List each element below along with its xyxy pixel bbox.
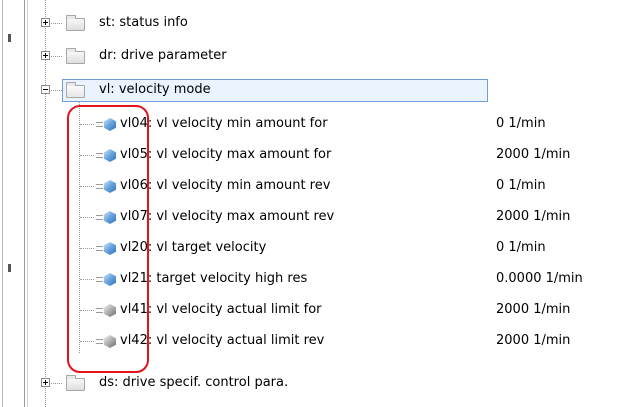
param-label: vl06: vl velocity min amount rev — [120, 178, 331, 193]
folder-open-icon — [66, 82, 85, 98]
param-label: vl42: vl velocity actual limit rev — [120, 333, 325, 348]
param-label: vl05: vl velocity max amount for — [120, 147, 332, 162]
expand-toggle[interactable] — [41, 51, 50, 60]
expand-toggle[interactable] — [41, 378, 50, 387]
tree-group-label: ds: drive specif. control para. — [99, 375, 289, 390]
folder-icon — [66, 15, 85, 31]
tree-group-st[interactable]: st: status info — [0, 12, 625, 34]
tree-group-label: st: status info — [99, 15, 188, 30]
tree-group-label: vl: velocity mode — [99, 82, 211, 97]
param-value: 0 1/min — [496, 116, 546, 131]
param-label: vl07: vl velocity max amount rev — [120, 209, 335, 224]
folder-icon — [66, 48, 85, 64]
expand-toggle[interactable] — [41, 18, 50, 27]
param-value: 2000 1/min — [496, 147, 571, 162]
param-value: 2000 1/min — [496, 333, 571, 348]
param-label: vl04: vl velocity min amount for — [120, 116, 328, 131]
folder-icon — [66, 375, 85, 391]
param-label: vl41: vl velocity actual limit for — [120, 302, 322, 317]
highlight-annotation — [67, 105, 149, 373]
collapse-toggle[interactable] — [41, 85, 50, 94]
param-value: 0 1/min — [496, 240, 546, 255]
tree-group-vl[interactable]: vl: velocity mode — [0, 79, 625, 102]
param-value: 2000 1/min — [496, 302, 571, 317]
tree-group-label: dr: drive parameter — [99, 48, 227, 63]
param-value: 0 1/min — [496, 178, 546, 193]
param-value: 2000 1/min — [496, 209, 571, 224]
tree-group-dr[interactable]: dr: drive parameter — [0, 45, 625, 67]
tree-group-ds[interactable]: ds: drive specif. control para. — [0, 372, 625, 394]
splitter-tick — [8, 34, 11, 42]
param-value: 0.0000 1/min — [496, 271, 583, 286]
